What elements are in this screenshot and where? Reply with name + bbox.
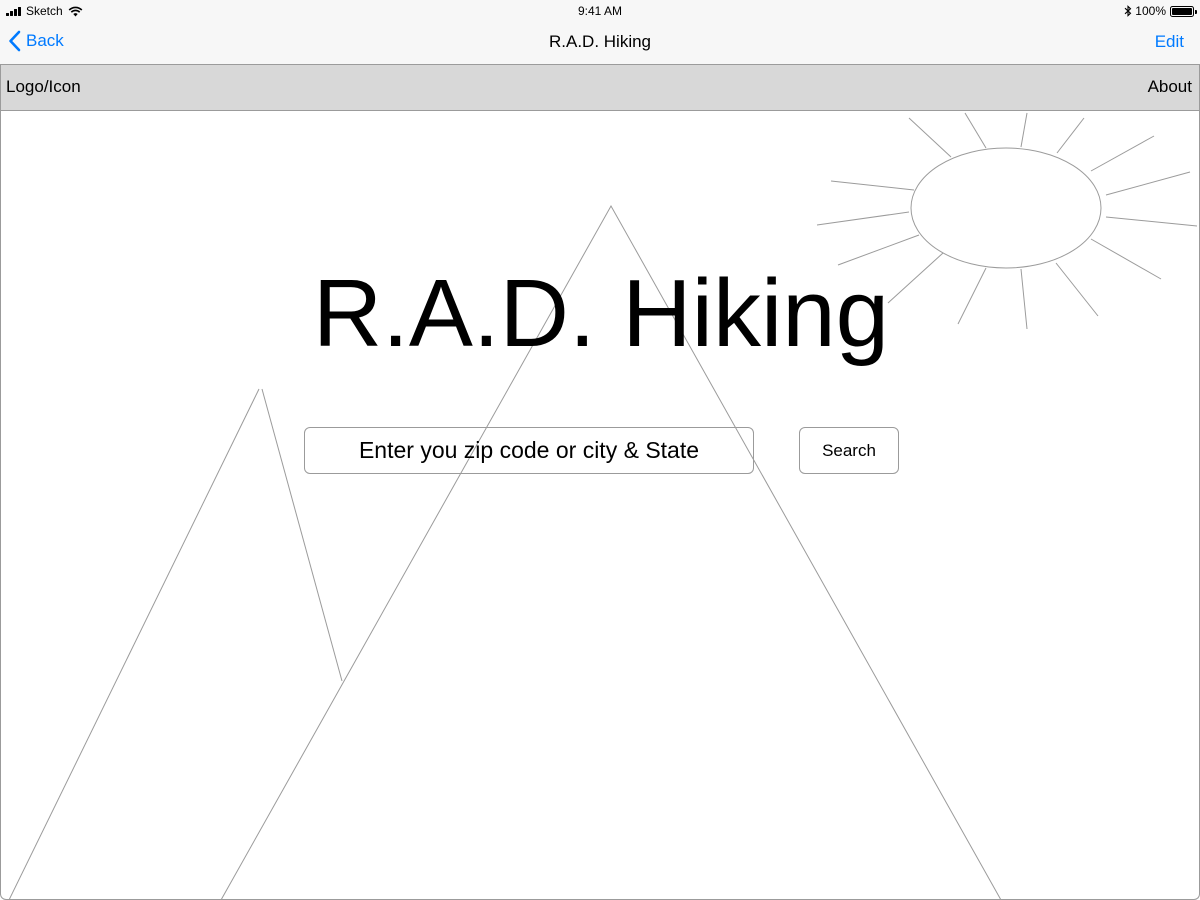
search-input[interactable] xyxy=(304,427,754,474)
status-time: 9:41 AM xyxy=(577,4,623,18)
status-right: 100% xyxy=(1124,4,1197,18)
navigation-bar: Back R.A.D. Hiking Edit xyxy=(0,22,1200,64)
bluetooth-icon xyxy=(1124,5,1132,17)
about-link[interactable]: About xyxy=(1148,77,1192,97)
search-button[interactable]: Search xyxy=(799,427,899,474)
battery-percent: 100% xyxy=(1135,4,1166,18)
main-content: R.A.D. Hiking Search xyxy=(0,111,1200,900)
app-header: Logo/Icon About xyxy=(0,64,1200,111)
status-bar: Sketch 9:41 AM 100% xyxy=(0,0,1200,22)
edit-button[interactable]: Edit xyxy=(1155,32,1184,52)
logo-placeholder[interactable]: Logo/Icon xyxy=(6,77,81,97)
hero-title: R.A.D. Hiking xyxy=(312,260,890,367)
illustration xyxy=(8,112,1198,899)
battery-icon xyxy=(1170,5,1197,17)
nav-title: R.A.D. Hiking xyxy=(548,32,652,51)
